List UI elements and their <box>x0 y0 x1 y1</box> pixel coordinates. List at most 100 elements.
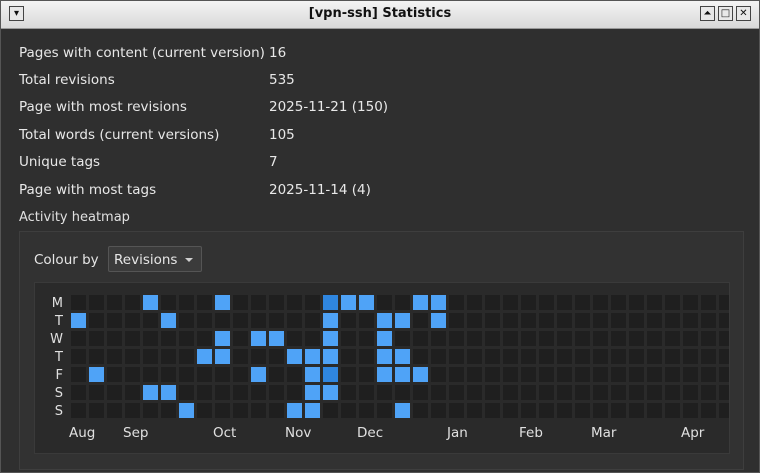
heatmap-cell[interactable] <box>125 367 140 382</box>
heatmap-cell[interactable] <box>683 403 698 418</box>
heatmap-cell[interactable] <box>575 367 590 382</box>
heatmap-cell[interactable] <box>233 385 248 400</box>
heatmap-cell[interactable] <box>107 331 122 346</box>
heatmap-cell[interactable] <box>251 403 266 418</box>
heatmap-cell[interactable] <box>539 385 554 400</box>
heatmap-cell[interactable] <box>377 385 392 400</box>
heatmap-cell[interactable] <box>305 313 320 328</box>
heatmap-cell-active[interactable] <box>323 385 338 400</box>
heatmap-cell[interactable] <box>539 403 554 418</box>
heatmap-cell[interactable] <box>341 385 356 400</box>
heatmap-cell-active[interactable] <box>89 367 104 382</box>
heatmap-cell[interactable] <box>575 313 590 328</box>
heatmap-cell[interactable] <box>683 331 698 346</box>
heatmap-cell-active[interactable] <box>215 349 230 364</box>
heatmap-cell[interactable] <box>611 313 626 328</box>
heatmap-cell[interactable] <box>269 367 284 382</box>
heatmap-cell-active[interactable] <box>287 403 302 418</box>
heatmap-cell[interactable] <box>593 349 608 364</box>
heatmap-cell-active[interactable] <box>305 403 320 418</box>
heatmap-cell[interactable] <box>251 349 266 364</box>
heatmap-cell-active[interactable] <box>341 295 356 310</box>
heatmap-cell-active[interactable] <box>251 367 266 382</box>
heatmap-cell[interactable] <box>575 295 590 310</box>
heatmap-cell[interactable] <box>521 403 536 418</box>
heatmap-cell[interactable] <box>485 295 500 310</box>
heatmap-cell-active[interactable] <box>323 331 338 346</box>
heatmap-cell[interactable] <box>233 403 248 418</box>
heatmap-cell[interactable] <box>629 313 644 328</box>
heatmap-cell[interactable] <box>161 367 176 382</box>
heatmap-cell[interactable] <box>575 385 590 400</box>
heatmap-cell[interactable] <box>269 385 284 400</box>
heatmap-cell[interactable] <box>305 331 320 346</box>
heatmap-cell[interactable] <box>125 349 140 364</box>
heatmap-cell-active[interactable] <box>395 403 410 418</box>
heatmap-cell[interactable] <box>467 403 482 418</box>
heatmap-cell-active[interactable] <box>377 367 392 382</box>
heatmap-cell[interactable] <box>179 349 194 364</box>
heatmap-cell[interactable] <box>89 295 104 310</box>
heatmap-cell-active[interactable] <box>251 331 266 346</box>
heatmap-cell-active[interactable] <box>143 385 158 400</box>
heatmap-cell[interactable] <box>665 349 680 364</box>
heatmap-cell-active[interactable] <box>215 295 230 310</box>
heatmap-cell[interactable] <box>287 331 302 346</box>
heatmap-cell[interactable] <box>557 367 572 382</box>
heatmap-cell[interactable] <box>665 295 680 310</box>
heatmap-cell[interactable] <box>269 295 284 310</box>
heatmap-cell[interactable] <box>719 403 734 418</box>
heatmap-cell-active[interactable] <box>431 295 446 310</box>
heatmap-cell-active[interactable] <box>161 313 176 328</box>
heatmap-cell[interactable] <box>359 331 374 346</box>
heatmap-cell-active[interactable] <box>179 403 194 418</box>
heatmap-cell[interactable] <box>521 385 536 400</box>
heatmap-cell[interactable] <box>395 385 410 400</box>
heatmap-cell[interactable] <box>233 331 248 346</box>
heatmap-cell[interactable] <box>701 313 716 328</box>
heatmap-cell[interactable] <box>251 295 266 310</box>
heatmap-cell[interactable] <box>485 367 500 382</box>
heatmap-cell[interactable] <box>485 385 500 400</box>
heatmap-cell[interactable] <box>449 295 464 310</box>
heatmap-cell[interactable] <box>107 403 122 418</box>
heatmap-cell[interactable] <box>161 331 176 346</box>
heatmap-cell[interactable] <box>215 403 230 418</box>
heatmap-cell-active[interactable] <box>413 295 428 310</box>
heatmap-cell[interactable] <box>233 313 248 328</box>
heatmap-cell[interactable] <box>557 403 572 418</box>
heatmap-cell[interactable] <box>503 385 518 400</box>
heatmap-cell[interactable] <box>143 367 158 382</box>
heatmap-cell[interactable] <box>143 331 158 346</box>
heatmap-cell[interactable] <box>197 403 212 418</box>
heatmap-cell[interactable] <box>503 331 518 346</box>
heatmap-cell[interactable] <box>647 349 662 364</box>
heatmap-cell[interactable] <box>611 349 626 364</box>
heatmap-cell[interactable] <box>179 367 194 382</box>
heatmap-cell[interactable] <box>359 313 374 328</box>
heatmap-cell[interactable] <box>341 349 356 364</box>
heatmap-cell[interactable] <box>683 349 698 364</box>
heatmap-cell[interactable] <box>665 313 680 328</box>
heatmap-cell[interactable] <box>197 295 212 310</box>
heatmap-cell[interactable] <box>719 349 734 364</box>
heatmap-cell[interactable] <box>647 367 662 382</box>
heatmap-cell[interactable] <box>503 367 518 382</box>
heatmap-cell-active[interactable] <box>305 349 320 364</box>
heatmap-cell[interactable] <box>467 331 482 346</box>
heatmap-cell-active[interactable] <box>359 295 374 310</box>
heatmap-cell-active[interactable] <box>71 313 86 328</box>
heatmap-cell[interactable] <box>611 367 626 382</box>
heatmap-cell[interactable] <box>89 313 104 328</box>
heatmap-cell[interactable] <box>431 349 446 364</box>
heatmap-cell[interactable] <box>305 295 320 310</box>
heatmap-cell[interactable] <box>629 331 644 346</box>
heatmap-cell[interactable] <box>269 349 284 364</box>
heatmap-cell[interactable] <box>539 331 554 346</box>
heatmap-cell[interactable] <box>125 295 140 310</box>
heatmap-cell[interactable] <box>575 349 590 364</box>
heatmap-cell[interactable] <box>179 331 194 346</box>
heatmap-cell[interactable] <box>629 385 644 400</box>
heatmap-cell[interactable] <box>467 385 482 400</box>
heatmap-cell-active[interactable] <box>377 331 392 346</box>
